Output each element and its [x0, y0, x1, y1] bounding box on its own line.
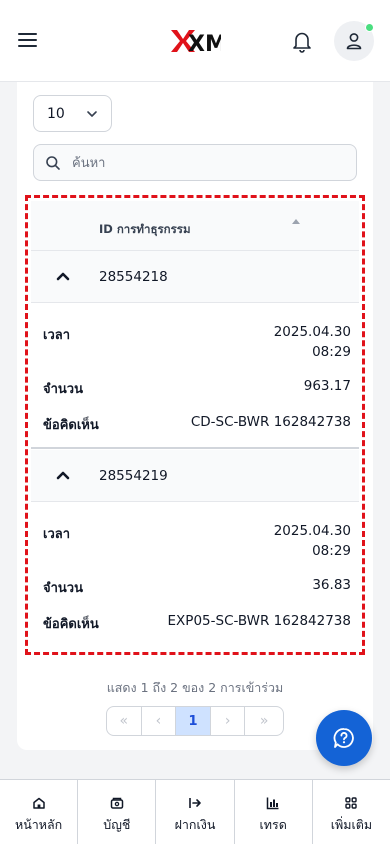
search-box — [33, 144, 357, 181]
help-chat-button[interactable] — [316, 710, 372, 766]
table-header: ID การทำธุรกรรม — [31, 201, 359, 251]
page-size-value: 10 — [47, 106, 65, 122]
home-icon — [32, 797, 45, 809]
sort-asc-icon[interactable] — [292, 219, 300, 224]
time-label: เวลา — [43, 328, 71, 343]
prev-page-button[interactable]: ‹ — [142, 707, 177, 735]
table-row[interactable]: 28554219 — [31, 450, 359, 502]
time-date-value: 2025.04.30 — [273, 523, 351, 539]
comment-value: CD-SC-BWR 162842738 — [190, 414, 351, 430]
chevron-up-icon[interactable] — [56, 271, 70, 281]
search-input[interactable] — [72, 153, 342, 173]
time-date-value: 2025.04.30 — [273, 324, 351, 340]
brand-text: XM — [188, 32, 221, 55]
user-icon — [346, 33, 362, 50]
xm-logo[interactable]: XM — [169, 27, 221, 55]
comment-value: EXP05-SC-BWR 162842738 — [167, 613, 351, 629]
pagination: « ‹ 1 › » — [106, 706, 284, 736]
amount-value: 36.83 — [312, 577, 351, 593]
deposit-icon — [189, 798, 201, 808]
search-icon — [46, 156, 60, 170]
bell-icon[interactable] — [290, 29, 314, 53]
grid-icon — [345, 797, 358, 809]
time-label: เวลา — [43, 527, 71, 542]
nav-accounts[interactable]: บัญชี — [78, 780, 157, 844]
nav-deposit[interactable]: ฝากเงิน — [156, 780, 235, 844]
nav-trade-label: เทรด — [259, 817, 287, 832]
comment-label: ข้อคิดเห็น — [43, 418, 99, 433]
transaction-id: 28554219 — [99, 468, 168, 484]
top-bar: XM — [0, 0, 390, 82]
nav-trade[interactable]: เทรด — [235, 780, 313, 844]
amount-label: จำนวน — [43, 382, 83, 397]
page-size-select[interactable]: 10 — [33, 95, 112, 132]
row-divider — [31, 447, 359, 449]
nav-more-label: เพิ่มเติม — [330, 817, 373, 832]
menu-icon[interactable] — [18, 32, 38, 48]
transactions-table: ID การทำธุรกรรม 28554218 เวลา 2025.04.30… — [25, 195, 365, 655]
next-page-button[interactable]: › — [211, 707, 246, 735]
time-clock-value: 08:29 — [312, 344, 351, 360]
help-chat-icon — [333, 728, 354, 748]
wallet-icon — [110, 797, 124, 809]
column-header-transaction-id[interactable]: ID การทำธุรกรรม — [99, 221, 191, 239]
bottom-nav: หน้าหลัก บัญชี ฝากเงิน เทรด เพิ่มเติม — [0, 779, 390, 844]
page-button-current[interactable]: 1 — [176, 707, 211, 735]
time-clock-value: 08:29 — [312, 543, 351, 559]
last-page-button[interactable]: » — [245, 707, 283, 735]
nav-more[interactable]: เพิ่มเติม — [313, 780, 390, 844]
amount-label: จำนวน — [43, 581, 83, 596]
chevron-down-icon — [87, 111, 97, 117]
avatar[interactable] — [334, 21, 374, 61]
pagination-info: แสดง 1 ถึง 2 ของ 2 การเข้าร่วม — [106, 680, 284, 695]
nav-deposit-label: ฝากเงิน — [174, 817, 216, 832]
row-details: เวลา 2025.04.30 08:29 จำนวน 36.83 ข้อคิด… — [31, 502, 359, 648]
comment-label: ข้อคิดเห็น — [43, 617, 99, 632]
amount-value: 963.17 — [303, 378, 351, 394]
chart-icon — [266, 797, 279, 810]
transactions-card: 10 ID การทำธุรกรรม 28554218 เวลา 2025.04… — [17, 82, 373, 750]
first-page-button[interactable]: « — [107, 707, 142, 735]
chevron-up-icon[interactable] — [56, 470, 70, 480]
nav-accounts-label: บัญชี — [103, 817, 131, 832]
nav-home-label: หน้าหลัก — [14, 817, 63, 832]
online-status-dot — [365, 23, 374, 32]
transaction-id: 28554218 — [99, 269, 168, 285]
nav-home[interactable]: หน้าหลัก — [0, 780, 79, 844]
row-details: เวลา 2025.04.30 08:29 จำนวน 963.17 ข้อคิ… — [31, 303, 359, 447]
table-row[interactable]: 28554218 — [31, 251, 359, 303]
